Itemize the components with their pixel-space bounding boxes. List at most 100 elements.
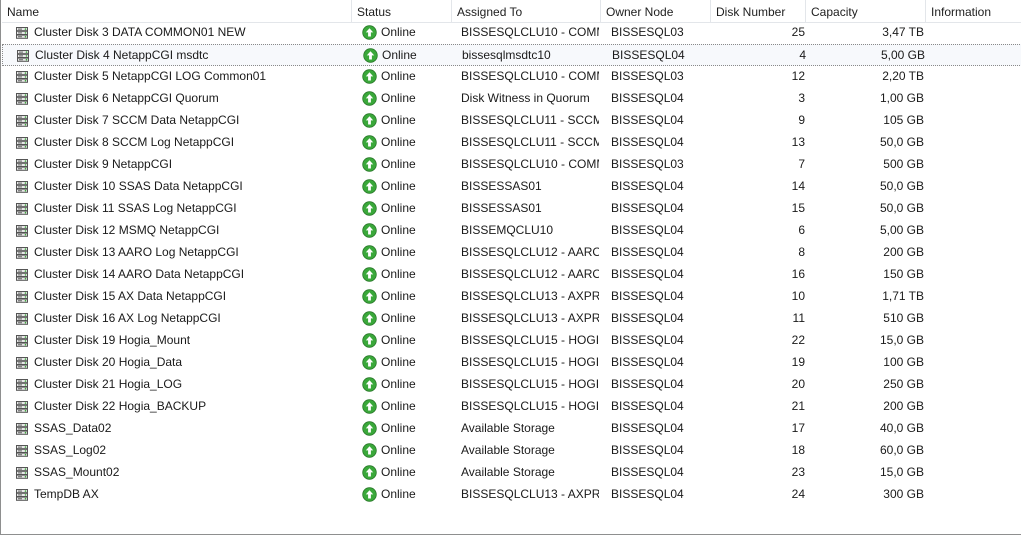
table-row[interactable]: Cluster Disk 12 MSMQ NetappCGI Online BISS… [2,220,1021,242]
cell-status: Online [360,462,450,484]
cell-status: Online [360,22,450,44]
cell-information [926,154,1021,176]
table-row[interactable]: Cluster Disk 14 AARO Data NetappCGI Onlin… [2,264,1021,286]
online-up-arrow-icon [362,443,377,458]
column-header-disk-number[interactable]: Disk Number [711,0,806,22]
cell-status: Online [360,66,450,88]
cell-status: Online [360,132,450,154]
table-row[interactable]: Cluster Disk 13 AARO Log NetappCGI Online… [2,242,1021,264]
online-up-arrow-icon [362,201,377,216]
table-row[interactable]: Cluster Disk 19 Hogia_Mount Online BISSESQ… [2,330,1021,352]
cell-name: Cluster Disk 10 SSAS Data NetappCGI [12,176,350,198]
cell-information [926,330,1021,352]
online-up-arrow-icon [362,245,377,260]
status-text: Online [381,399,416,413]
cell-owner-node: BISSESQL04 [611,245,684,259]
cell-name: SSAS_Log02 [12,440,350,462]
cell-capacity: 200 GB [883,399,924,413]
cell-name: Cluster Disk 14 AARO Data NetappCGI [12,264,350,286]
status-text: Online [381,179,416,193]
cell-owner-node: BISSESQL04 [611,91,684,105]
cluster-disk-icon [14,157,30,173]
cluster-disk-icon [14,421,30,437]
table-row[interactable]: Cluster Disk 3 DATA COMMON01 NEW Online BI… [2,22,1021,44]
table-row[interactable]: Cluster Disk 15 AX Data NetappCGI Online B… [2,286,1021,308]
cell-name: Cluster Disk 21 Hogia_LOG [12,374,350,396]
cell-name: SSAS_Mount02 [12,462,350,484]
cluster-disk-icon [14,245,30,261]
status-text: Online [381,245,416,259]
disk-name: Cluster Disk 10 SSAS Data NetappCGI [34,179,243,193]
status-text: Online [381,267,416,281]
table-row[interactable]: Cluster Disk 7 SCCM Data NetappCGI Online… [2,110,1021,132]
cluster-disk-icon [14,113,30,129]
cell-capacity: 150 GB [883,267,924,281]
cell-assigned-to: Available Storage [461,465,555,479]
cell-assigned-to: BISSESQLCLU13 - AXPRO... [461,289,599,303]
column-header-status[interactable]: Status [352,0,452,22]
table-row[interactable]: Cluster Disk 22 Hogia_BACKUP Online BISSES… [2,396,1021,418]
cell-disk-number: 17 [791,421,805,435]
cell-assigned-to: BISSESQLCLU15 - HOGIA... [461,333,599,347]
online-up-arrow-icon [362,135,377,150]
disk-name: Cluster Disk 3 DATA COMMON01 NEW [34,25,246,39]
table-row[interactable]: Cluster Disk 4 NetappCGI msdtc Online biss… [2,44,1021,66]
table-row[interactable]: Cluster Disk 11 SSAS Log NetappCGI Online… [2,198,1021,220]
cell-capacity: 50,0 GB [879,201,924,215]
cell-name: Cluster Disk 16 AX Log NetappCGI [12,308,350,330]
cell-owner-node: BISSESQL04 [611,487,684,501]
cell-assigned-to: BISSESQLCLU12 - AARO01 [461,245,599,259]
table-row[interactable]: Cluster Disk 16 AX Log NetappCGI Online BI… [2,308,1021,330]
cell-capacity: 3,47 TB [882,25,924,39]
cell-disk-number: 24 [791,487,805,501]
column-header-information[interactable]: Information [926,0,1021,22]
column-header-owner-node[interactable]: Owner Node [601,0,711,22]
cell-owner-node: BISSESQL04 [611,289,684,303]
cell-name: Cluster Disk 3 DATA COMMON01 NEW [12,22,350,44]
table-row[interactable]: SSAS_Log02 Online Available Storage BISSESQ… [2,440,1021,462]
cluster-disk-icon [14,377,30,393]
cell-information [926,286,1021,308]
cell-capacity: 15,0 GB [879,465,924,479]
cell-information [926,374,1021,396]
cell-disk-number: 25 [791,25,805,39]
cell-name: Cluster Disk 9 NetappCGI [12,154,350,176]
cell-status: Online [360,286,450,308]
column-header-name[interactable]: Name [2,0,352,22]
cell-status: Online [360,198,450,220]
column-header-capacity[interactable]: Capacity [806,0,926,22]
cell-disk-number: 10 [791,289,805,303]
cell-disk-number: 15 [791,201,805,215]
table-row[interactable]: SSAS_Data02 Online Available Storage BISSES… [2,418,1021,440]
cell-information [926,176,1021,198]
column-header-bar: Name Status Assigned To Owner Node Disk … [2,0,1021,23]
disk-name: Cluster Disk 8 SCCM Log NetappCGI [34,135,235,149]
disk-name: Cluster Disk 12 MSMQ NetappCGI [34,223,220,237]
cell-information [926,242,1021,264]
cell-status: Online [360,154,450,176]
disk-name: SSAS_Log02 [34,443,107,457]
table-row[interactable]: Cluster Disk 10 SSAS Data NetappCGI Onlin… [2,176,1021,198]
table-row[interactable]: Cluster Disk 6 NetappCGI Quorum Online Dis… [2,88,1021,110]
cell-status: Online [360,396,450,418]
disk-name: Cluster Disk 16 AX Log NetappCGI [34,311,221,325]
cell-information [926,352,1021,374]
table-row[interactable]: Cluster Disk 5 NetappCGI LOG Common01 Onl… [2,66,1021,88]
table-row[interactable]: Cluster Disk 8 SCCM Log NetappCGI Online B… [2,132,1021,154]
column-header-assigned-to[interactable]: Assigned To [452,0,601,22]
online-up-arrow-icon [362,465,377,480]
table-row[interactable]: Cluster Disk 9 NetappCGI Online BISSESQLCL… [2,154,1021,176]
table-row[interactable]: TempDB AX Online BISSESQLCLU13 - AXPRO... B… [2,484,1021,506]
table-row[interactable]: SSAS_Mount02 Online Available Storage BISSE… [2,462,1021,484]
table-row[interactable]: Cluster Disk 21 Hogia_LOG Online BISSESQLC… [2,374,1021,396]
cell-capacity: 300 GB [883,487,924,501]
online-up-arrow-icon [362,157,377,172]
cell-name: Cluster Disk 15 AX Data NetappCGI [12,286,350,308]
cell-assigned-to: BISSESQLCLU13 - AXPRO... [461,487,599,501]
disk-name: Cluster Disk 11 SSAS Log NetappCGI [34,201,237,215]
cell-status: Online [360,418,450,440]
cell-owner-node: BISSESQL03 [611,25,684,39]
table-row[interactable]: Cluster Disk 20 Hogia_Data Online BISSESQL… [2,352,1021,374]
cell-status: Online [360,220,450,242]
cell-information [926,220,1021,242]
